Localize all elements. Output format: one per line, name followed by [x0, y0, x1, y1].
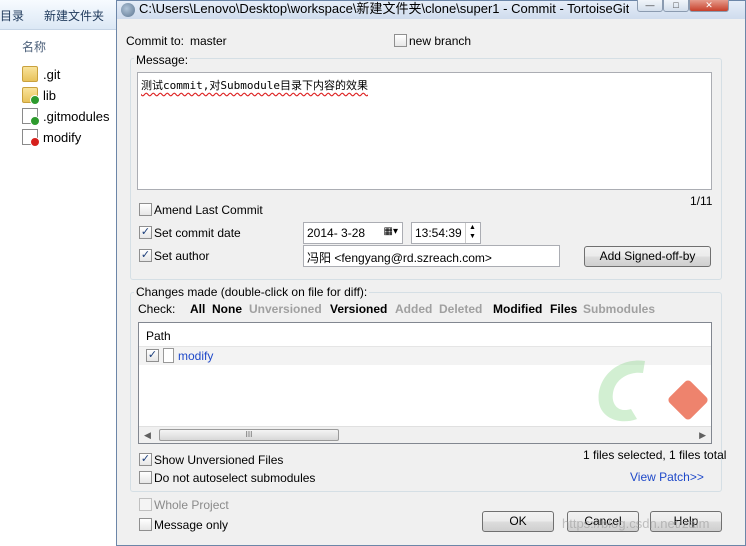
time-value: 13:54:39 — [415, 226, 462, 240]
name-column-header[interactable]: 名称 — [22, 38, 46, 55]
changes-label: Changes made (double-click on file for d… — [134, 285, 370, 299]
add-signed-off-by-button[interactable]: Add Signed-off-by — [584, 246, 711, 267]
file-ok-icon — [22, 108, 40, 126]
amend-label: Amend Last Commit — [154, 203, 263, 217]
filter-none[interactable]: None — [212, 302, 242, 316]
commit-to-label: Commit to: — [126, 34, 185, 48]
changed-files-list[interactable]: Path ✓ modify ◀ III ▶ — [138, 322, 712, 444]
ok-button[interactable]: OK — [482, 511, 554, 532]
tortoisegit-logo-icon — [598, 360, 708, 422]
filter-all[interactable]: All — [190, 302, 205, 316]
message-line-count: 1/11 — [690, 194, 713, 208]
time-picker[interactable]: 13:54:39 ▲ ▼ — [411, 222, 481, 244]
file-path[interactable]: modify — [178, 349, 213, 363]
filter-files[interactable]: Files — [550, 302, 577, 316]
horizontal-scrollbar[interactable]: ◀ III ▶ — [139, 426, 711, 443]
branch-name: master — [190, 34, 227, 48]
maximize-button[interactable]: □ — [663, 0, 689, 12]
folder-ok-icon — [22, 87, 40, 105]
view-patch-link[interactable]: View Patch>> — [630, 470, 704, 484]
whole-project-checkbox[interactable] — [139, 498, 152, 511]
set-date-label: Set commit date — [154, 226, 241, 240]
filter-unversioned[interactable]: Unversioned — [249, 302, 322, 316]
filter-submodules[interactable]: Submodules — [583, 302, 655, 316]
window-title: C:\Users\Lenovo\Desktop\workspace\新建文件夹\… — [139, 1, 629, 16]
calendar-dropdown-icon[interactable]: ▦▾ — [384, 226, 398, 237]
tortoisegit-icon — [121, 3, 135, 17]
file-modified-icon — [22, 129, 40, 147]
watermark-text: https://blog.csdn.net/zalm — [562, 516, 710, 531]
title-bar[interactable]: C:\Users\Lenovo\Desktop\workspace\新建文件夹\… — [117, 0, 745, 19]
explorer-item-modify[interactable]: modify — [22, 128, 82, 147]
scroll-right-icon[interactable]: ▶ — [699, 430, 706, 441]
filter-added[interactable]: Added — [395, 302, 432, 316]
no-autoselect-label: Do not autoselect submodules — [154, 471, 316, 485]
file-icon — [163, 348, 174, 363]
date-picker[interactable]: 2014- 3-28 ▦▾ — [303, 222, 403, 244]
close-button[interactable]: ✕ — [689, 0, 729, 12]
explorer-window: 目录 新建文件夹 名称 .git lib .gitmodules modify — [0, 0, 118, 546]
explorer-item-label: modify — [43, 129, 82, 145]
amend-checkbox[interactable] — [139, 203, 152, 216]
explorer-item-git[interactable]: .git — [22, 65, 60, 83]
scroll-thumb[interactable]: III — [159, 429, 339, 441]
set-date-checkbox[interactable]: ✓ — [139, 226, 152, 239]
commit-message-text: 测试commit,对Submodule目录下内容的效果 — [141, 79, 368, 92]
time-spinner-icon[interactable]: ▲ ▼ — [465, 223, 479, 243]
new-folder-button[interactable]: 新建文件夹 — [44, 7, 104, 24]
explorer-item-gitmodules[interactable]: .gitmodules — [22, 107, 110, 126]
message-only-label: Message only — [154, 518, 229, 532]
set-author-label: Set author — [154, 249, 210, 263]
set-author-checkbox[interactable]: ✓ — [139, 249, 152, 262]
toolbar-directory-label[interactable]: 目录 — [0, 7, 24, 24]
new-branch-checkbox[interactable] — [394, 34, 407, 47]
path-column-header[interactable]: Path — [146, 329, 171, 343]
show-unversioned-label: Show Unversioned Files — [154, 453, 284, 467]
new-branch-label: new branch — [409, 34, 472, 48]
selection-status: 1 files selected, 1 files total — [583, 448, 727, 462]
explorer-item-label: lib — [43, 87, 57, 103]
no-autoselect-checkbox[interactable] — [139, 471, 152, 484]
whole-project-label: Whole Project — [154, 498, 229, 512]
author-value: 冯阳 <fengyang@rd.szreach.com> — [307, 251, 492, 265]
file-checkbox[interactable]: ✓ — [146, 349, 159, 362]
filter-deleted[interactable]: Deleted — [439, 302, 482, 316]
commit-message-editor[interactable]: 测试commit,对Submodule目录下内容的效果 — [137, 72, 712, 190]
list-header: Path — [139, 323, 711, 347]
show-unversioned-checkbox[interactable]: ✓ — [139, 453, 152, 466]
filter-modified[interactable]: Modified — [493, 302, 542, 316]
explorer-item-lib[interactable]: lib — [22, 86, 57, 105]
scroll-left-icon[interactable]: ◀ — [144, 430, 151, 441]
folder-icon — [22, 66, 38, 82]
message-label: Message: — [134, 53, 191, 67]
explorer-toolbar: 目录 新建文件夹 — [0, 0, 118, 30]
date-value: 2014- 3-28 — [307, 226, 366, 240]
message-only-checkbox[interactable] — [139, 518, 152, 531]
filter-versioned[interactable]: Versioned — [330, 302, 387, 316]
check-label: Check: — [138, 302, 176, 316]
minimize-button[interactable]: — — [637, 0, 663, 12]
explorer-item-label: .git — [43, 66, 61, 82]
explorer-item-label: .gitmodules — [43, 108, 110, 124]
author-input[interactable]: 冯阳 <fengyang@rd.szreach.com> — [303, 245, 560, 267]
